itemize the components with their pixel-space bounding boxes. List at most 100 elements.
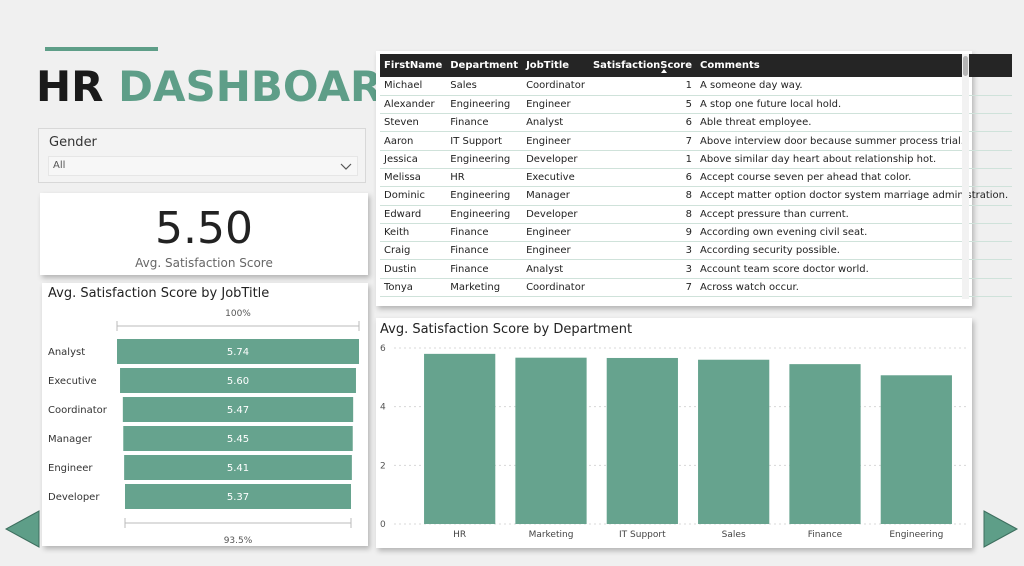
- table-cell: Analyst: [522, 259, 589, 279]
- kpi-label: Avg. Satisfaction Score: [135, 256, 273, 270]
- table-cell: Developer: [522, 150, 589, 169]
- table-cell: Engineering: [446, 186, 523, 206]
- y-tick-label: 6: [380, 344, 386, 354]
- table-row[interactable]: Jessica Engineering Developer 1 Above simila…: [380, 150, 1013, 169]
- table-row[interactable]: Tonya Marketing Coordinator 7 Across watch o…: [380, 278, 1013, 298]
- table-cell: Coordinator: [522, 77, 589, 96]
- y-tick-label: 2: [380, 461, 386, 471]
- next-page-button[interactable]: [983, 510, 1019, 548]
- table-cell: Dustin: [380, 259, 447, 279]
- title-accent-bar: [45, 47, 158, 51]
- funnel-value-label: 5.41: [227, 463, 249, 474]
- funnel-title: Avg. Satisfaction Score by JobTitle: [48, 286, 269, 301]
- x-tick-label: HR: [453, 530, 466, 540]
- table-cell: Melissa: [380, 168, 447, 188]
- column-header-department[interactable]: Department: [446, 54, 523, 77]
- table-cell: 1: [588, 77, 697, 96]
- table-cell: Finance: [446, 259, 523, 279]
- table-cell: Engineering: [446, 150, 523, 169]
- table-row[interactable]: Steven Finance Analyst 6 Able threat employe…: [380, 113, 1013, 133]
- employee-table: FirstName Department JobTitle SatisfactionS…: [380, 54, 1013, 298]
- table-cell: Tonya: [380, 278, 447, 298]
- column-bar-hr[interactable]: [424, 353, 496, 524]
- table-cell: Analyst: [522, 113, 589, 133]
- table-cell: Aaron: [380, 131, 447, 151]
- triangle-left-icon: [4, 510, 40, 548]
- table-row[interactable]: Dominic Engineering Manager 8 Accept matter …: [380, 186, 1013, 206]
- kpi-card: 5.50 Avg. Satisfaction Score: [40, 193, 368, 275]
- table-scrollbar[interactable]: [962, 54, 969, 299]
- column-header-jobtitle[interactable]: JobTitle: [522, 54, 589, 77]
- table-row[interactable]: Melissa HR Executive 6 Accept course seven p…: [380, 168, 1013, 188]
- y-tick-label: 0: [380, 520, 386, 530]
- funnel-value-label: 5.74: [227, 347, 249, 358]
- table-cell: 7: [588, 278, 697, 298]
- table-cell: Engineering: [446, 205, 523, 224]
- x-tick-label: Marketing: [529, 530, 574, 540]
- funnel-bottom-label: 93.5%: [224, 536, 253, 546]
- scrollbar-thumb[interactable]: [963, 56, 968, 76]
- table-cell: 5: [588, 95, 697, 115]
- table-cell: Manager: [522, 186, 589, 206]
- table-cell: Keith: [380, 223, 447, 243]
- funnel-category-label: Engineer: [48, 463, 93, 474]
- funnel-value-label: 5.47: [227, 405, 249, 416]
- table-row[interactable]: Craig Finance Engineer 3 According security …: [380, 241, 1013, 261]
- title-hr: HR: [36, 62, 104, 111]
- x-tick-label: Sales: [722, 530, 746, 540]
- employee-table-card: FirstName Department JobTitle SatisfactionS…: [376, 51, 1013, 306]
- column-bar-engineering[interactable]: [880, 375, 952, 524]
- table-cell: 3: [588, 241, 697, 261]
- column-bar-finance[interactable]: [789, 364, 861, 524]
- slicer-label: Gender: [49, 135, 97, 150]
- table-row[interactable]: Michael Sales Coordinator 1 A someone day wa…: [380, 77, 1013, 96]
- table-row[interactable]: Keith Finance Engineer 9 According own eveni…: [380, 223, 1013, 243]
- table-row[interactable]: Aaron IT Support Engineer 7 Above interview …: [380, 131, 1013, 151]
- table-cell: Executive: [522, 168, 589, 188]
- column-header-satisfactionscore[interactable]: SatisfactionScore: [588, 54, 697, 77]
- funnel-value-label: 5.60: [227, 376, 249, 387]
- table-cell: Sales: [446, 77, 523, 96]
- table-cell: Alexander: [380, 95, 447, 115]
- kpi-value: 5.50: [155, 203, 253, 254]
- column-header-firstname[interactable]: FirstName: [380, 54, 447, 77]
- table-cell: Engineer: [522, 131, 589, 151]
- table-cell: 8: [588, 205, 697, 224]
- table-row[interactable]: Alexander Engineering Engineer 5 A stop one …: [380, 95, 1013, 115]
- table-cell: HR: [446, 168, 523, 188]
- table-cell: 8: [588, 186, 697, 206]
- funnel-value-label: 5.45: [227, 434, 249, 445]
- column-chart-title: Avg. Satisfaction Score by Department: [380, 322, 632, 337]
- table-cell: Marketing: [446, 278, 523, 298]
- table-cell: 1: [588, 150, 697, 169]
- column-bar-sales[interactable]: [698, 359, 770, 524]
- dropdown-value: All: [53, 160, 66, 171]
- table-cell: Michael: [380, 77, 447, 96]
- gender-dropdown[interactable]: All: [48, 156, 358, 176]
- triangle-right-icon: [983, 510, 1019, 548]
- table-row[interactable]: Edward Engineering Developer 8 Accept pressu…: [380, 205, 1013, 224]
- sort-ascending-icon[interactable]: [661, 69, 667, 73]
- table-cell: 9: [588, 223, 697, 243]
- funnel-value-label: 5.37: [227, 492, 249, 503]
- table-cell: 6: [588, 168, 697, 188]
- table-cell: Developer: [522, 205, 589, 224]
- column-bar-it-support[interactable]: [606, 357, 678, 524]
- funnel-category-label: Coordinator: [48, 405, 108, 416]
- table-cell: IT Support: [446, 131, 523, 151]
- column-bar-marketing[interactable]: [515, 357, 587, 524]
- column-chart: Avg. Satisfaction Score by Department 0 2 4…: [380, 322, 966, 540]
- table-row[interactable]: Dustin Finance Analyst 3 Account team score …: [380, 259, 1013, 279]
- table-cell: Finance: [446, 113, 523, 133]
- funnel-category-label: Developer: [48, 492, 100, 503]
- funnel-top-label: 100%: [225, 309, 251, 319]
- table-cell: Edward: [380, 205, 447, 224]
- funnel-chart-card: Avg. Satisfaction Score by JobTitle 100% A…: [42, 283, 368, 546]
- table-cell: 3: [588, 259, 697, 279]
- x-tick-label: IT Support: [619, 530, 666, 540]
- funnel-chart: Avg. Satisfaction Score by JobTitle 100% A…: [48, 286, 360, 546]
- x-tick-label: Engineering: [889, 530, 943, 540]
- table-cell: Steven: [380, 113, 447, 133]
- table-cell: 7: [588, 131, 697, 151]
- prev-page-button[interactable]: [4, 510, 40, 548]
